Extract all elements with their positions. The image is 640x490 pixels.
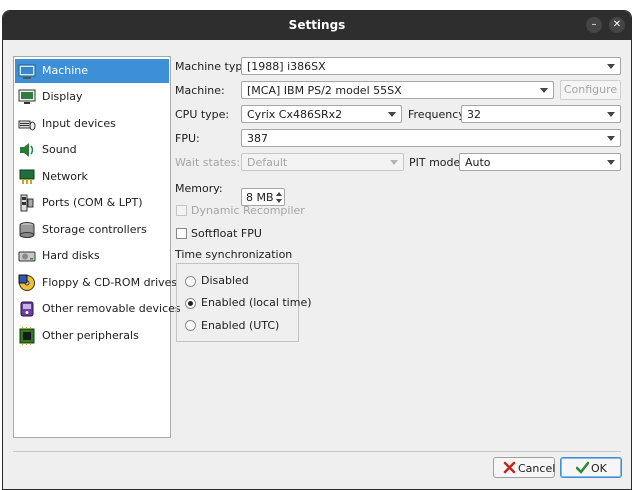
wait-states-select[interactable]: Default	[241, 153, 404, 171]
memory-value: 8 MB	[246, 191, 274, 204]
chevron-down-icon	[390, 160, 398, 165]
time-sync-option-label: Enabled (UTC)	[201, 319, 280, 332]
memory-label: Memory:	[175, 182, 223, 195]
spin-down-icon[interactable]	[276, 199, 282, 203]
title-bar: Settings – ✕	[3, 11, 631, 40]
wait-states-label: Wait states:	[175, 156, 241, 169]
frequency-label: Frequency:	[408, 108, 468, 121]
peripherals-icon	[19, 327, 35, 345]
softfloat-fpu-checkbox[interactable]	[176, 228, 187, 239]
cpu-type-value: Cyrix Cx486SRx2	[247, 108, 343, 121]
pit-mode-select[interactable]: Auto	[459, 153, 621, 171]
hard-disks-icon	[18, 251, 36, 262]
sound-icon	[20, 143, 34, 157]
close-button[interactable]: ✕	[609, 17, 625, 33]
sidebar-item-label: Input devices	[42, 117, 116, 130]
sidebar-item-ports[interactable]: Ports (COM & LPT)	[15, 191, 169, 215]
chevron-down-icon	[607, 64, 615, 69]
sidebar-item-label: Hard disks	[42, 249, 100, 262]
machine-icon	[18, 64, 36, 79]
sidebar-item-peripherals[interactable]: Other peripherals	[15, 324, 169, 348]
chevron-down-icon	[607, 112, 615, 117]
radio-selected-dot	[188, 301, 193, 306]
sidebar-item-label: Machine	[42, 64, 89, 77]
input-devices-icon	[18, 120, 36, 131]
time-sync-option-label: Disabled	[201, 274, 249, 287]
chevron-down-icon	[607, 160, 615, 165]
softfloat-fpu-label: Softfloat FPU	[191, 227, 262, 240]
fpu-label: FPU:	[175, 132, 200, 145]
storage-controllers-icon	[19, 222, 35, 238]
time-sync-group: Disabled Enabled (local time) Enabled (U…	[176, 263, 312, 342]
machine-type-select[interactable]: [1988] i386SX	[241, 57, 621, 75]
removable-devices-icon	[20, 301, 34, 317]
cancel-button[interactable]: Cancel	[493, 457, 555, 478]
checkmark-icon	[576, 461, 589, 474]
window-title: Settings	[288, 18, 346, 32]
sidebar-item-label: Other removable devices	[42, 302, 181, 315]
sidebar-item-storage-controllers[interactable]: Storage controllers	[15, 218, 169, 242]
ports-icon	[20, 194, 34, 212]
time-sync-local-radio[interactable]	[185, 298, 196, 309]
sidebar-item-label: Display	[42, 90, 83, 103]
machine-label: Machine:	[175, 84, 225, 97]
time-sync-disabled-radio[interactable]	[185, 276, 196, 287]
machine-value: [MCA] IBM PS/2 model 55SX	[247, 84, 402, 97]
fpu-value: 387	[247, 132, 268, 145]
sidebar-item-display[interactable]: Display	[15, 85, 169, 109]
configure-button[interactable]: Configure	[560, 80, 621, 100]
frequency-select[interactable]: 32	[461, 105, 621, 123]
sidebar-item-sound[interactable]: Sound	[15, 138, 169, 162]
cpu-type-select[interactable]: Cyrix Cx486SRx2	[241, 105, 402, 123]
machine-type-value: [1988] i386SX	[247, 60, 326, 73]
sidebar-item-label: Network	[42, 170, 88, 183]
settings-window: Settings – ✕ Machine Display Input devic…	[2, 10, 632, 490]
sidebar-item-machine[interactable]: Machine	[15, 59, 169, 83]
ok-button[interactable]: OK	[560, 457, 622, 478]
frequency-value: 32	[467, 108, 481, 121]
minimize-button[interactable]: –	[586, 17, 602, 33]
fpu-select[interactable]: 387	[241, 129, 621, 147]
pit-mode-label: PIT mode:	[409, 156, 464, 169]
machine-select[interactable]: [MCA] IBM PS/2 model 55SX	[241, 81, 554, 99]
cpu-type-label: CPU type:	[175, 108, 230, 121]
sidebar-category-list: Machine Display Input devices Sound Netw…	[13, 56, 181, 438]
floppy-cdrom-icon	[18, 274, 35, 291]
cancel-label: Cancel	[518, 462, 556, 475]
ok-label: OK	[591, 462, 607, 475]
sidebar-item-floppy-cdrom[interactable]: Floppy & CD-ROM drives	[15, 271, 177, 295]
network-icon	[19, 169, 35, 184]
sidebar-item-label: Sound	[42, 143, 77, 156]
wait-states-value: Default	[247, 156, 288, 169]
dynamic-recompiler-checkbox[interactable]	[176, 205, 187, 216]
sidebar-item-hard-disks[interactable]: Hard disks	[15, 244, 169, 268]
footer-divider	[13, 451, 621, 452]
cancel-icon	[503, 461, 516, 474]
time-sync-option-label: Enabled (local time)	[201, 296, 312, 309]
dynamic-recompiler-label: Dynamic Recompiler	[191, 204, 305, 217]
time-sync-utc-radio[interactable]	[185, 320, 196, 331]
sidebar-item-label: Other peripherals	[42, 329, 139, 342]
sidebar-item-label: Storage controllers	[42, 223, 147, 236]
chevron-down-icon	[388, 112, 396, 117]
sidebar-item-input-devices[interactable]: Input devices	[15, 112, 169, 136]
pit-mode-value: Auto	[465, 156, 491, 169]
display-icon	[18, 89, 36, 104]
sidebar-item-network[interactable]: Network	[15, 165, 169, 189]
sidebar-item-label: Floppy & CD-ROM drives	[42, 276, 178, 289]
sidebar-item-removable-devices[interactable]: Other removable devices	[15, 297, 181, 321]
time-sync-heading: Time synchronization	[175, 248, 293, 261]
chevron-down-icon	[607, 136, 615, 141]
sidebar-item-label: Ports (COM & LPT)	[42, 196, 143, 209]
chevron-down-icon	[540, 88, 548, 93]
spin-up-icon[interactable]	[276, 192, 282, 196]
